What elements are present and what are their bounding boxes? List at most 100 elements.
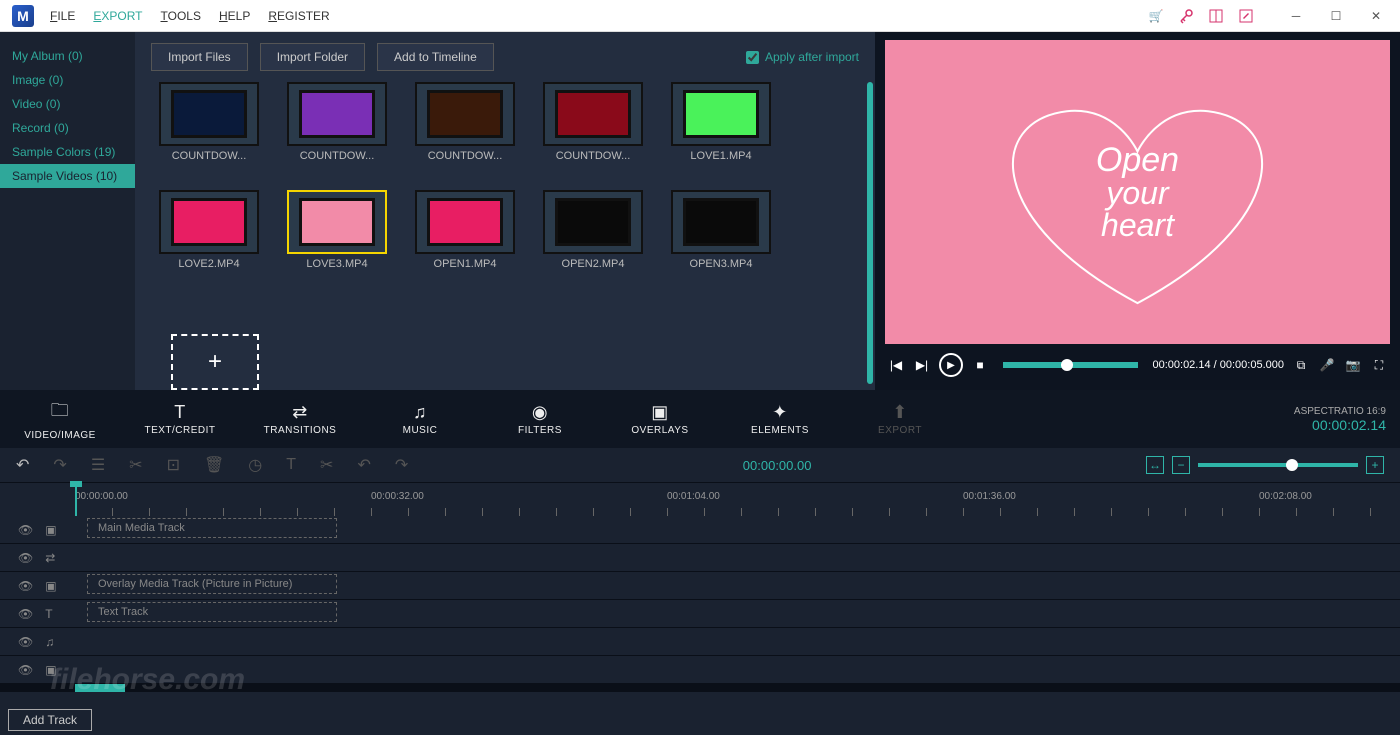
media-item[interactable]: LOVE3.MP4 [287, 190, 387, 270]
track-row[interactable]: 👁 T Text Track [0, 600, 1400, 628]
media-item[interactable]: COUNTDOW... [543, 82, 643, 162]
tab-overlays[interactable]: ▣OVERLAYS [600, 402, 720, 436]
cut-button[interactable]: ✂ [129, 455, 142, 475]
media-item[interactable]: COUNTDOW... [415, 82, 515, 162]
play-button[interactable]: ▶ [939, 353, 963, 377]
crop2-button[interactable]: ✂ [320, 455, 333, 475]
window-controls: ─ ☐ ✕ [1276, 2, 1396, 30]
track-row[interactable]: 👁 ▣ Overlay Media Track (Picture in Pictur… [0, 572, 1400, 600]
text-button[interactable]: T [286, 456, 296, 474]
track-row[interactable]: 👁♫ [0, 628, 1400, 656]
sidebar-item-image[interactable]: Image (0) [0, 68, 135, 92]
menu-help[interactable]: HELP [219, 9, 250, 23]
app-logo: M [12, 5, 34, 27]
progress-bar[interactable] [1003, 362, 1138, 368]
visibility-icon[interactable]: 👁 [18, 579, 33, 593]
sidebar-item-album[interactable]: My Album (0) [0, 44, 135, 68]
track-placeholder[interactable]: Overlay Media Track (Picture in Picture) [87, 574, 337, 594]
tab-music[interactable]: ♫MUSIC [360, 402, 480, 436]
media-toolbar: Import Files Import Folder Add to Timeli… [135, 32, 875, 82]
tab-filters[interactable]: ◉FILTERS [480, 402, 600, 436]
edit-icon[interactable] [1238, 8, 1254, 24]
next-frame-button[interactable]: ▶| [913, 358, 931, 372]
media-item[interactable]: LOVE1.MP4 [671, 82, 771, 162]
visibility-icon[interactable]: 👁 [18, 663, 33, 677]
media-item[interactable]: COUNTDOW... [159, 82, 259, 162]
apply-checkbox[interactable] [746, 51, 759, 64]
title-icons: 🛒 ─ ☐ ✕ [1148, 2, 1396, 30]
cart-icon[interactable]: 🛒 [1148, 8, 1164, 24]
stop-button[interactable]: ■ [971, 358, 989, 372]
delete-button[interactable]: 🗑 [204, 455, 224, 475]
speed-button[interactable]: ◷ [248, 455, 262, 475]
playhead[interactable] [75, 483, 77, 516]
minimize-button[interactable]: ─ [1276, 2, 1316, 30]
titlebar: M FILE EXPORT TOOLS HELP REGISTER 🛒 ─ ☐ … [0, 0, 1400, 32]
track-placeholder[interactable]: Main Media Track [87, 518, 337, 538]
visibility-icon[interactable]: 👁 [18, 523, 33, 537]
menu-export[interactable]: EXPORT [93, 9, 142, 23]
media-item[interactable]: COUNTDOW... [287, 82, 387, 162]
layout-icon[interactable] [1208, 8, 1224, 24]
crop-button[interactable]: ⊡ [167, 455, 180, 475]
track-row[interactable]: 👁▣Main Media Track [0, 516, 1400, 544]
sidebar-item-record[interactable]: Record (0) [0, 116, 135, 140]
zoom-out-button[interactable]: − [1172, 456, 1190, 474]
timeline-scrollbar[interactable] [0, 684, 1400, 692]
track-row[interactable]: 👁⇄ [0, 544, 1400, 572]
fit-button[interactable]: ↔ [1146, 456, 1164, 474]
maximize-button[interactable]: ☐ [1316, 2, 1356, 30]
track-type-icon: ▣ [45, 579, 56, 593]
preview-viewport[interactable]: Open your heart [885, 40, 1390, 344]
media-item[interactable]: OPEN3.MP4 [671, 190, 771, 270]
sidebar-item-videos[interactable]: Sample Videos (10) [0, 164, 135, 188]
rotate-left-button[interactable]: ↶ [357, 455, 370, 475]
media-item[interactable]: OPEN2.MP4 [543, 190, 643, 270]
player-controls: |◀ ▶| ▶ ■ 00:00:02.14 / 00:00:05.000 ⧉ 🎤… [881, 348, 1394, 382]
redo-button[interactable]: ↷ [53, 455, 66, 475]
media-scrollbar[interactable] [867, 82, 873, 384]
import-folder-button[interactable]: Import Folder [260, 43, 365, 71]
import-files-button[interactable]: Import Files [151, 43, 248, 71]
tab-export[interactable]: ⬆EXPORT [840, 402, 960, 436]
close-button[interactable]: ✕ [1356, 2, 1396, 30]
camera-icon[interactable]: 📷 [1344, 358, 1362, 372]
tab-elements[interactable]: ✦ELEMENTS [720, 402, 840, 436]
media-item[interactable]: OPEN1.MP4 [415, 190, 515, 270]
apply-after-import[interactable]: Apply after import [746, 50, 859, 64]
menu-tools[interactable]: TOOLS [161, 9, 201, 23]
tab-video[interactable]: 🗀VIDEO/IMAGE [0, 398, 120, 441]
aspect-time: 00:00:02.14 [1294, 417, 1386, 433]
track-placeholder[interactable]: Text Track [87, 602, 337, 622]
settings-icon[interactable]: ☰ [91, 455, 105, 475]
mic-icon[interactable]: 🎤 [1318, 358, 1336, 372]
track-type-icon: T [45, 607, 52, 621]
visibility-icon[interactable]: 👁 [18, 635, 33, 649]
key-icon[interactable] [1178, 8, 1194, 24]
time-display: 00:00:02.14 / 00:00:05.000 [1152, 359, 1284, 371]
visibility-icon[interactable]: 👁 [18, 551, 33, 565]
sidebar-item-colors[interactable]: Sample Colors (19) [0, 140, 135, 164]
crop-icon[interactable]: ⧉ [1292, 358, 1310, 373]
prev-frame-button[interactable]: |◀ [887, 358, 905, 372]
rotate-right-button[interactable]: ↷ [395, 455, 408, 475]
visibility-icon[interactable]: 👁 [18, 607, 33, 621]
add-timeline-button[interactable]: Add to Timeline [377, 43, 494, 71]
undo-button[interactable]: ↶ [16, 455, 29, 475]
track-type-icon: ⇄ [45, 551, 55, 565]
timeline-ruler[interactable]: 00:00:00.0000:00:32.0000:01:04.0000:01:3… [0, 482, 1400, 516]
sidebar-item-video[interactable]: Video (0) [0, 92, 135, 116]
tab-transitions[interactable]: ⇄TRANSITIONS [240, 402, 360, 436]
menu-file[interactable]: FILE [50, 9, 75, 23]
preview-text-3: heart [1096, 209, 1179, 241]
track-type-icon: ♫ [45, 635, 54, 649]
tab-text[interactable]: TTEXT/CREDIT [120, 402, 240, 436]
media-item[interactable]: LOVE2.MP4 [159, 190, 259, 270]
add-track-button[interactable]: Add Track [8, 709, 92, 731]
track-row[interactable]: 👁▣ [0, 656, 1400, 684]
menu-register[interactable]: REGISTER [268, 9, 329, 23]
add-media-button[interactable]: + [171, 334, 259, 390]
zoom-slider[interactable] [1198, 463, 1358, 467]
fullscreen-icon[interactable]: ⛶ [1370, 358, 1388, 373]
zoom-in-button[interactable]: + [1366, 456, 1384, 474]
